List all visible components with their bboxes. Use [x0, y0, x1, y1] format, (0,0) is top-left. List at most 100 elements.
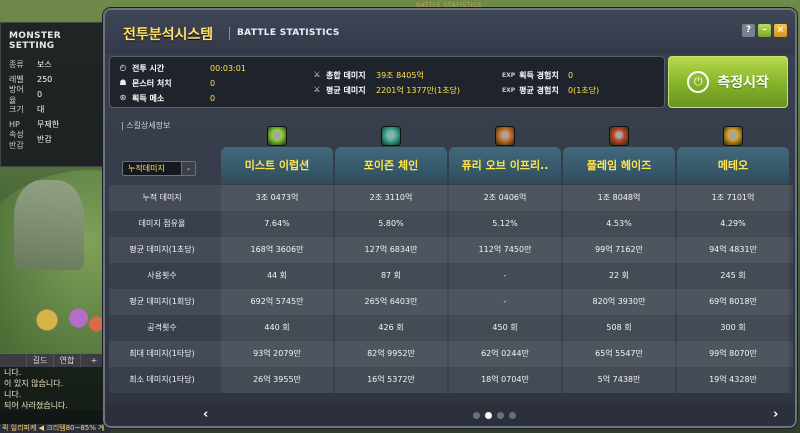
avg-exp-label: 평균 경험치 [519, 85, 559, 95]
table-row: 누적 데미지 3조 0473억 2조 3110억 2조 0406억 1조 8048억 1조… [109, 185, 793, 211]
row-label: 평균 데미지(1초당) [129, 245, 195, 254]
monster-setting-key: 크기 [9, 105, 24, 114]
table-row: 평균 데미지(1회당) 692억 5745만 265억 6403만 - 820억 393… [109, 289, 793, 315]
battle-statistics-window: 전투분석시스템 BATTLE STATISTICS ? – × ◴ 전투 시간 … [103, 8, 797, 428]
table-cell: 62억 0244만 [481, 349, 529, 358]
table-cell: 127억 6834만 [364, 245, 418, 254]
monster-setting-panel: MONSTER SETTING 종류 보스 레벨 250 방어율 0 크기 대 HP 무제한 속성 … [0, 22, 108, 167]
skill-column-header[interactable]: 플레임 헤이즈 [563, 147, 675, 184]
status-strip: 퀵 일리피케 ◀ 크리템80~85% 계 [0, 424, 110, 433]
page-dot[interactable] [473, 412, 480, 419]
table-cell: 22 회 [608, 271, 630, 280]
monster-setting-row: 크기 대 [1, 102, 107, 117]
battle-time-label: 전투 시간 [132, 63, 165, 73]
chat-tabs: 길드 연합 + [0, 353, 108, 367]
metric-dropdown[interactable]: 누적데미지 ⌄ [122, 161, 196, 176]
table-cell: - [503, 297, 507, 306]
monster-setting-value: 보스 [37, 60, 52, 69]
table-cell: 3조 0473억 [255, 193, 299, 202]
page-dot[interactable] [509, 412, 516, 419]
skill-name: 포이즌 체인 [363, 159, 419, 172]
row-label: 최소 데미지(1타당) [129, 375, 195, 384]
window-subtitle: BATTLE STATISTICS [237, 28, 340, 38]
chat-log: 니다. 이 있지 않습니다. 니다. 되어 사라졌습니다. [0, 367, 108, 425]
avg-exp-item: EXP 평균 경험치 0(1초당) [502, 83, 599, 97]
window-header[interactable]: 전투분석시스템 BATTLE STATISTICS ? – × [105, 10, 795, 54]
fury-of-ifrit-icon [495, 126, 515, 146]
skill-name: 플레임 헤이즈 [586, 159, 652, 172]
total-damage-label: 총합 데미지 [326, 70, 366, 80]
summary-panel: ◴ 전투 시간 00:03:01 ☗ 몬스터 처치 0 ⊛ 획득 메소 0 ⚔ … [109, 56, 665, 108]
monsters-killed-value: 0 [210, 78, 216, 88]
table-cell: 820억 3930만 [592, 297, 646, 306]
monster-setting-value: 0 [37, 90, 43, 99]
skill-column-header[interactable]: 메테오 [677, 147, 789, 184]
meso-item: ⊛ 획득 메소 0 [118, 91, 215, 105]
table-cell: 426 회 [378, 323, 404, 332]
table-cell: 69억 8018만 [709, 297, 757, 306]
minimize-button[interactable]: – [758, 24, 771, 37]
table-cell: 5.12% [492, 219, 518, 228]
table-row: 데미지 점유율 7.64% 5.80% 5.12% 4.53% 4.29% [109, 211, 793, 237]
monster-setting-key: 종류 [9, 60, 24, 69]
skill-column-header[interactable]: 포이즌 체인 [335, 147, 447, 184]
title-divider [229, 27, 230, 40]
exp-gain-value: 0 [568, 70, 574, 80]
start-measure-label: 측정시작 [717, 75, 769, 91]
table-cell: - [503, 271, 507, 280]
battle-time-item: ◴ 전투 시간 00:03:01 [118, 61, 246, 75]
table-cell: 5.80% [378, 219, 404, 228]
table-cell: 16억 5372만 [367, 375, 415, 384]
table-row: 최대 데미지(1타당) 93억 2079만 82억 9952만 62억 0244만 65… [109, 341, 793, 367]
chat-tab-guild[interactable]: 길드 [27, 354, 54, 367]
exp-gain-label: 획득 경험치 [519, 70, 559, 80]
skill-column-header[interactable]: 퓨리 오브 이프리.. [449, 147, 561, 184]
table-cell: 99억 7162만 [595, 245, 643, 254]
table-cell: 4.29% [720, 219, 746, 228]
chat-tab-alliance[interactable]: 연합 [54, 354, 81, 367]
chat-line: 니다. [4, 390, 22, 399]
help-button[interactable]: ? [742, 24, 755, 37]
table-cell: 440 회 [264, 323, 290, 332]
sword-icon: ⚔ [313, 70, 321, 79]
clock-icon: ◴ [119, 63, 127, 72]
monsters-killed-label: 몬스터 처치 [132, 78, 172, 88]
chat-line: 되어 사라졌습니다. [4, 401, 68, 410]
chat-line: 이 있지 않습니다. [4, 379, 64, 388]
monster-setting-key: 속성 반감 [9, 129, 24, 150]
monster-setting-value: 250 [37, 75, 53, 84]
chevron-down-icon: ⌄ [181, 162, 195, 175]
chat-line: 니다. [4, 368, 22, 377]
table-cell: 65억 5547만 [595, 349, 643, 358]
skill-name: 메테오 [717, 159, 749, 172]
close-button[interactable]: × [774, 24, 787, 37]
avg-damage-label: 평균 데미지 [326, 85, 366, 95]
table-cell: 112억 7450만 [478, 245, 532, 254]
row-label: 공격횟수 [147, 323, 177, 332]
start-measure-button[interactable]: ⏻ 측정시작 [668, 56, 788, 108]
table-cell: 7.64% [264, 219, 290, 228]
table-cell: 450 회 [492, 323, 518, 332]
meso-value: 0 [210, 93, 216, 103]
row-label: 평균 데미지(1회당) [129, 297, 195, 306]
total-damage-item: ⚔ 총합 데미지 39조 8405억 [312, 68, 423, 82]
page-dot[interactable] [485, 412, 492, 419]
table-cell: 692억 5745만 [250, 297, 304, 306]
skill-column-header[interactable]: 미스트 이럽션 [221, 147, 333, 184]
monster-setting-row: 속성 반감 반감 [1, 130, 107, 150]
chat-tab-all[interactable] [0, 354, 27, 367]
avg-damage-item: ⚔ 평균 데미지 2201억 1377만(1초당) [312, 83, 460, 97]
prev-page-icon[interactable]: ‹ [203, 407, 208, 422]
window-title: 전투분석시스템 [123, 27, 214, 43]
page-dot[interactable] [497, 412, 504, 419]
table-cell: 168억 3606만 [250, 245, 304, 254]
meteor-icon [723, 126, 743, 146]
monster-setting-key: 방어율 [9, 84, 24, 105]
dropdown-value: 누적데미지 [128, 164, 165, 173]
next-page-icon[interactable]: › [773, 407, 778, 422]
flame-haze-icon [609, 126, 629, 146]
table-row: 최소 데미지(1타당) 26억 3955만 16억 5372만 18억 0704만 5억… [109, 367, 793, 393]
table-cell: 245 회 [720, 271, 746, 280]
table-cell: 82억 9952만 [367, 349, 415, 358]
background-flowers [20, 300, 110, 340]
